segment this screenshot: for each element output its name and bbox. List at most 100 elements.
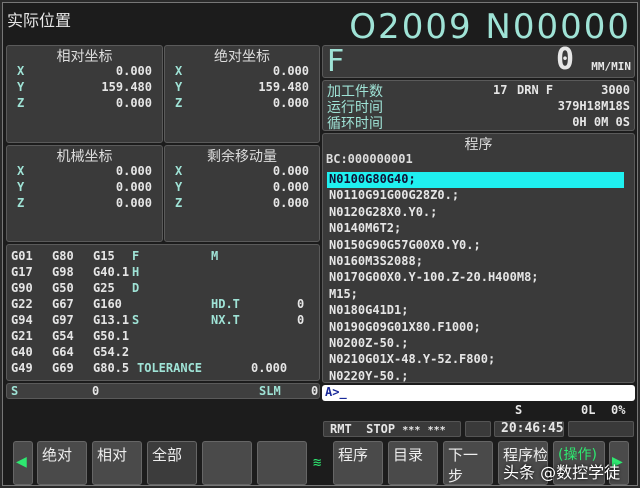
softkey-absolute[interactable]: 绝对 xyxy=(37,441,87,485)
feed-unit: MM/MIN xyxy=(591,60,631,73)
gcode-cell: G80 xyxy=(52,249,74,263)
axis-label: X xyxy=(17,64,25,78)
spindle-bar: S 0 SLM 0 xyxy=(6,383,320,399)
f-label: F xyxy=(132,249,140,263)
softkey-empty-2[interactable] xyxy=(257,441,307,485)
d-label: D xyxy=(132,281,140,295)
hdt-value: 0 xyxy=(297,297,305,311)
status-blank-2 xyxy=(568,421,634,437)
program-line[interactable]: M15; xyxy=(327,287,624,303)
program-line[interactable]: N0150G90G57G00X0.Y0.; xyxy=(327,238,624,254)
slm-value: 0 xyxy=(311,384,319,398)
axis-value: 159.480 xyxy=(101,80,152,94)
softkey-prev-arrow[interactable]: ◀ xyxy=(13,441,33,485)
gcode-cell: G64 xyxy=(52,345,74,359)
program-panel: 程序 BC:000000001 N0100G80G40; N0110G91G00G… xyxy=(322,133,635,383)
gcode-cell: G40.1 xyxy=(93,265,130,279)
axis-value: 0.000 xyxy=(272,64,309,78)
status-ol: 0L xyxy=(581,403,596,417)
softkey-program[interactable]: 程序 xyxy=(333,441,383,485)
axis-label: Y xyxy=(17,80,25,94)
feed-panel: F 0 MM/MIN xyxy=(322,42,635,79)
spindle-s-value: 0 xyxy=(92,384,100,398)
gcode-cell: G21 xyxy=(11,329,33,343)
program-line[interactable]: N0140M6T2; xyxy=(327,221,624,237)
softkey-next-step[interactable]: 下一步 xyxy=(443,441,493,485)
cycle-time-label: 循环时间 xyxy=(327,116,383,132)
drn-label: DRN F xyxy=(517,83,554,97)
hdt-label: HD.T xyxy=(211,297,240,311)
drn-value: 3000 xyxy=(601,83,630,97)
axis-value: 0.000 xyxy=(272,96,309,110)
h-label: H xyxy=(132,265,140,279)
alarm-text-1: *** xyxy=(402,425,421,436)
program-line[interactable]: N0210G01X-48.Y-52.F800; xyxy=(327,352,624,368)
axis-value: 0.000 xyxy=(115,164,152,178)
layers-icon: ≋ xyxy=(313,455,322,471)
softkey-directory[interactable]: 目录 xyxy=(388,441,438,485)
cnc-screen: 实际位置 O2009 N00000 相对坐标 X 0.000 Y 159.480 Z… xyxy=(2,2,638,486)
gcode-cell: G15 xyxy=(93,249,115,263)
gcode-cell: G54 xyxy=(52,329,74,343)
axis-label: Y xyxy=(175,180,183,194)
s-label: S xyxy=(132,313,140,327)
softkey-empty-1[interactable] xyxy=(202,441,252,485)
gcode-cell: G54.2 xyxy=(93,345,130,359)
panel-title: 剩余移动量 xyxy=(207,149,277,165)
mode-text: RMT xyxy=(330,422,352,436)
program-line[interactable]: N0220Y-50.; xyxy=(327,369,624,385)
gcode-cell: G160 xyxy=(93,297,122,311)
status-mode-bar: RMT STOP *** *** xyxy=(323,421,461,437)
gcode-cell: G49 xyxy=(11,361,33,375)
gcode-cell: G40 xyxy=(11,345,33,359)
clock: 20:46:45 xyxy=(494,421,564,437)
program-line[interactable]: N0170G00X0.Y-100.Z-20.H400M8; xyxy=(327,270,624,286)
nxt-label: NX.T xyxy=(211,313,240,327)
command-input[interactable]: A>_ xyxy=(322,385,635,401)
gcode-cell: G22 xyxy=(11,297,33,311)
axis-label: Z xyxy=(17,96,25,110)
panel-title: 机械坐标 xyxy=(56,149,113,165)
program-line[interactable]: N0120G28X0.Y0.; xyxy=(327,205,624,221)
axis-value: 0.000 xyxy=(115,96,152,110)
axis-label: X xyxy=(175,64,183,78)
program-line-current[interactable]: N0100G80G40; xyxy=(327,172,624,188)
gcode-cell: G69 xyxy=(52,361,74,375)
remaining-move-panel: 剩余移动量 X 0.000 Y 0.000 Z 0.000 xyxy=(164,145,320,242)
axis-value: 0.000 xyxy=(272,196,309,210)
m-label: M xyxy=(211,249,219,263)
axis-value: 0.000 xyxy=(272,180,309,194)
axis-value: 0.000 xyxy=(272,164,309,178)
program-line[interactable]: N0160M3S2088; xyxy=(327,254,624,270)
gcode-cell: G13.1 xyxy=(93,313,130,327)
gcode-cell: G50 xyxy=(52,281,74,295)
gcode-cell: G94 xyxy=(11,313,33,327)
softkey-relative[interactable]: 相对 xyxy=(92,441,142,485)
slm-label: SLM xyxy=(259,384,281,398)
gcode-cell: G17 xyxy=(11,265,33,279)
alarm-text-2: *** xyxy=(427,425,446,436)
tolerance-value: 0.000 xyxy=(251,361,288,375)
softkey-all[interactable]: 全部 xyxy=(147,441,197,485)
gcode-cell: G50.1 xyxy=(93,329,130,343)
program-line[interactable]: N0180G41D1; xyxy=(327,303,624,319)
spindle-s-label: S xyxy=(11,384,19,398)
gcode-cell: G25 xyxy=(93,281,115,295)
axis-label: X xyxy=(17,164,25,178)
program-line[interactable]: N0110G91G00G28Z0.; xyxy=(327,188,624,204)
program-line[interactable]: N0200Z-50.; xyxy=(327,336,624,352)
run-info-panel: 加工件数 运行时间 循环时间 17 DRN F 3000 379H18M18S … xyxy=(322,80,635,132)
axis-value: 0.000 xyxy=(115,64,152,78)
program-number: O2009 N00000 xyxy=(349,7,631,47)
program-line[interactable]: N0190G09G01X80.F1000; xyxy=(327,320,624,336)
gcode-cell: G98 xyxy=(52,265,74,279)
axis-value: 0.000 xyxy=(115,196,152,210)
axis-label: Y xyxy=(17,180,25,194)
run-time-value: 379H18M18S xyxy=(557,99,630,113)
modal-gcode-panel: G01 G17 G90 G22 G94 G21 G40 G49 G80 G98 G50 G67 G97 G… xyxy=(6,244,320,381)
feed-label: F xyxy=(327,44,345,79)
parts-value: 17 xyxy=(493,83,508,97)
panel-title: 相对坐标 xyxy=(56,49,113,65)
program-title: 程序 xyxy=(464,137,493,153)
nxt-value: 0 xyxy=(297,313,305,327)
